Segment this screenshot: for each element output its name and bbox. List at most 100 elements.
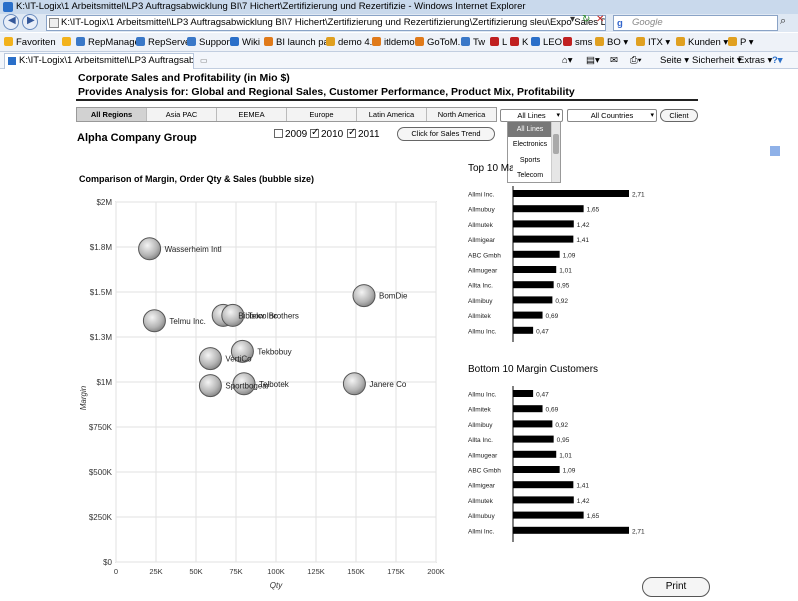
search-input[interactable]: g Google — [613, 15, 778, 31]
bubble-label: Telmu Inc. — [169, 317, 205, 326]
scrollbar-thumb[interactable] — [553, 134, 559, 154]
ie-icon — [3, 2, 13, 12]
print-icon[interactable]: ⎙▾ — [630, 52, 642, 69]
bar-category-label: Allmu Inc. — [468, 328, 497, 335]
bar-category-label: Allta Inc. — [468, 283, 493, 290]
lines-dropdown: All Lines Electronics Sports Telecom — [507, 121, 561, 183]
star-icon — [4, 37, 13, 46]
fav-p[interactable]: P ▾ — [728, 33, 754, 52]
fav-repserver[interactable]: RepServer — [136, 33, 193, 52]
bar-value-label: 0,47 — [536, 328, 549, 335]
bar-value-label: 0,92 — [555, 422, 568, 429]
fav-repmanager[interactable]: RepManager — [76, 33, 143, 52]
bar-value-label: 1,41 — [576, 483, 589, 490]
checkbox-box-checked — [310, 127, 319, 138]
bar-category-label: Allmutek — [468, 222, 494, 229]
dropdown-scrollbar[interactable] — [551, 122, 560, 182]
region-eemea[interactable]: EEMEA — [217, 108, 287, 121]
fav-itx[interactable]: ITX ▾ — [636, 33, 670, 52]
fav-tw[interactable]: Tw — [461, 33, 485, 52]
security-menu[interactable]: Sicherheit ▾ — [692, 52, 742, 69]
search-icon[interactable]: ⌕ — [780, 15, 786, 28]
bar-category-label: Allmigear — [468, 483, 496, 490]
y-tick-label: $750K — [89, 423, 113, 432]
bar — [513, 326, 534, 334]
title-divider — [76, 99, 698, 101]
option-telecom[interactable]: Telecom — [508, 168, 552, 183]
fav-l[interactable]: L — [490, 33, 507, 52]
new-tab-button[interactable]: ▭ — [200, 52, 208, 69]
region-all-regions[interactable]: All Regions — [77, 108, 147, 121]
y-tick-label: $500K — [89, 468, 113, 477]
x-tick-label: 50K — [189, 567, 202, 576]
bar — [513, 526, 629, 534]
stop-icon[interactable]: ✕ — [596, 14, 604, 25]
bar — [513, 296, 553, 304]
feeds-icon[interactable]: ▤▾ — [586, 52, 600, 69]
y-axis-label: Margin — [79, 385, 88, 410]
year-2010-checkbox[interactable]: 2010 — [310, 127, 343, 140]
print-button[interactable]: Print — [642, 577, 710, 597]
chevron-down-icon: ▾ — [650, 112, 654, 119]
bar — [513, 220, 574, 228]
bar — [513, 450, 557, 458]
page-menu[interactable]: Seite ▾ — [660, 52, 689, 69]
fav-gotomeeting[interactable]: GoToM.. — [415, 33, 463, 52]
fav-add-icon[interactable] — [62, 33, 74, 52]
x-axis-label: Qty — [270, 581, 283, 590]
client-button[interactable]: Client — [660, 109, 698, 122]
bar-value-label: 0,69 — [546, 407, 559, 414]
favorites-button[interactable]: Favoriten — [4, 33, 56, 52]
dropdown-arrow-icon[interactable]: ▾ — [570, 14, 575, 25]
back-arrow-icon: ◀ — [8, 15, 16, 26]
bar-category-label: Allmitek — [468, 313, 492, 320]
bar-value-label: 1,42 — [577, 222, 590, 229]
bar-category-label: Allmigear — [468, 237, 496, 244]
region-asia-pac[interactable]: Asia PAC — [147, 108, 217, 121]
tab-ie-icon — [8, 57, 16, 65]
fav-leo[interactable]: LEO — [531, 33, 562, 52]
x-tick-label: 100K — [267, 567, 285, 576]
sales-trend-button[interactable]: Click for Sales Trend — [397, 127, 495, 141]
bubble-label: VertiCo — [225, 355, 252, 364]
help-icon[interactable]: ?▾ — [772, 52, 783, 69]
bar-category-label: ABC Gmbh — [468, 252, 501, 259]
fav-kunden[interactable]: Kunden ▾ — [676, 33, 728, 52]
region-europe[interactable]: Europe — [287, 108, 357, 121]
tab-dashboard[interactable]: K:\IT-Logix\1 Arbeitsmittel\LP3 Auftrags… — [4, 53, 194, 69]
option-electronics[interactable]: Electronics — [508, 137, 552, 152]
mail-icon[interactable]: ✉ — [610, 52, 618, 69]
fav-sms[interactable]: sms — [563, 33, 592, 52]
bar-value-label: 1,09 — [563, 252, 576, 259]
refresh-icon[interactable]: ↻ — [582, 14, 590, 25]
bar-category-label: Allta Inc. — [468, 437, 493, 444]
fav-bi-launch-pad[interactable]: BI launch pad — [264, 33, 334, 52]
tools-menu[interactable]: Extras ▾ — [738, 52, 772, 69]
fav-itldemo[interactable]: itldemo — [372, 33, 415, 52]
countries-select[interactable]: All Countries ▾ — [567, 109, 657, 122]
fav-demo[interactable]: demo 4.0 — [326, 33, 378, 52]
company-name: Alpha Company Group — [77, 132, 197, 144]
bubble-label: Telco Brothers — [248, 311, 299, 320]
bottom10-title: Bottom 10 Margin Customers — [468, 364, 599, 375]
address-field[interactable]: K:\IT-Logix\1 Arbeitsmittel\LP3 Auftrags… — [46, 15, 606, 31]
bubble-chart-title: Comparison of Margin, Order Qty & Sales … — [79, 174, 315, 184]
bubble — [198, 374, 222, 398]
y-tick-label: $0 — [103, 558, 112, 567]
region-latin-america[interactable]: Latin America — [357, 108, 427, 121]
resize-handle[interactable] — [770, 146, 780, 156]
fav-bo[interactable]: BO ▾ — [595, 33, 628, 52]
option-sports[interactable]: Sports — [508, 153, 552, 168]
year-2009-checkbox[interactable]: 2009 — [274, 129, 307, 140]
fav-wiki[interactable]: Wiki — [230, 33, 260, 52]
home-icon[interactable]: ⌂▾ — [562, 52, 573, 69]
fav-k[interactable]: K — [510, 33, 528, 52]
x-tick-label: 0 — [114, 567, 118, 576]
year-2011-checkbox[interactable]: 2011 — [347, 127, 380, 140]
back-button[interactable]: ◀ — [3, 14, 19, 30]
y-tick-label: $250K — [89, 513, 113, 522]
fav-support[interactable]: Support — [187, 33, 232, 52]
region-north-america[interactable]: North America — [427, 108, 496, 121]
option-all-lines[interactable]: All Lines — [508, 122, 552, 137]
forward-button[interactable]: ▶ — [22, 14, 38, 30]
